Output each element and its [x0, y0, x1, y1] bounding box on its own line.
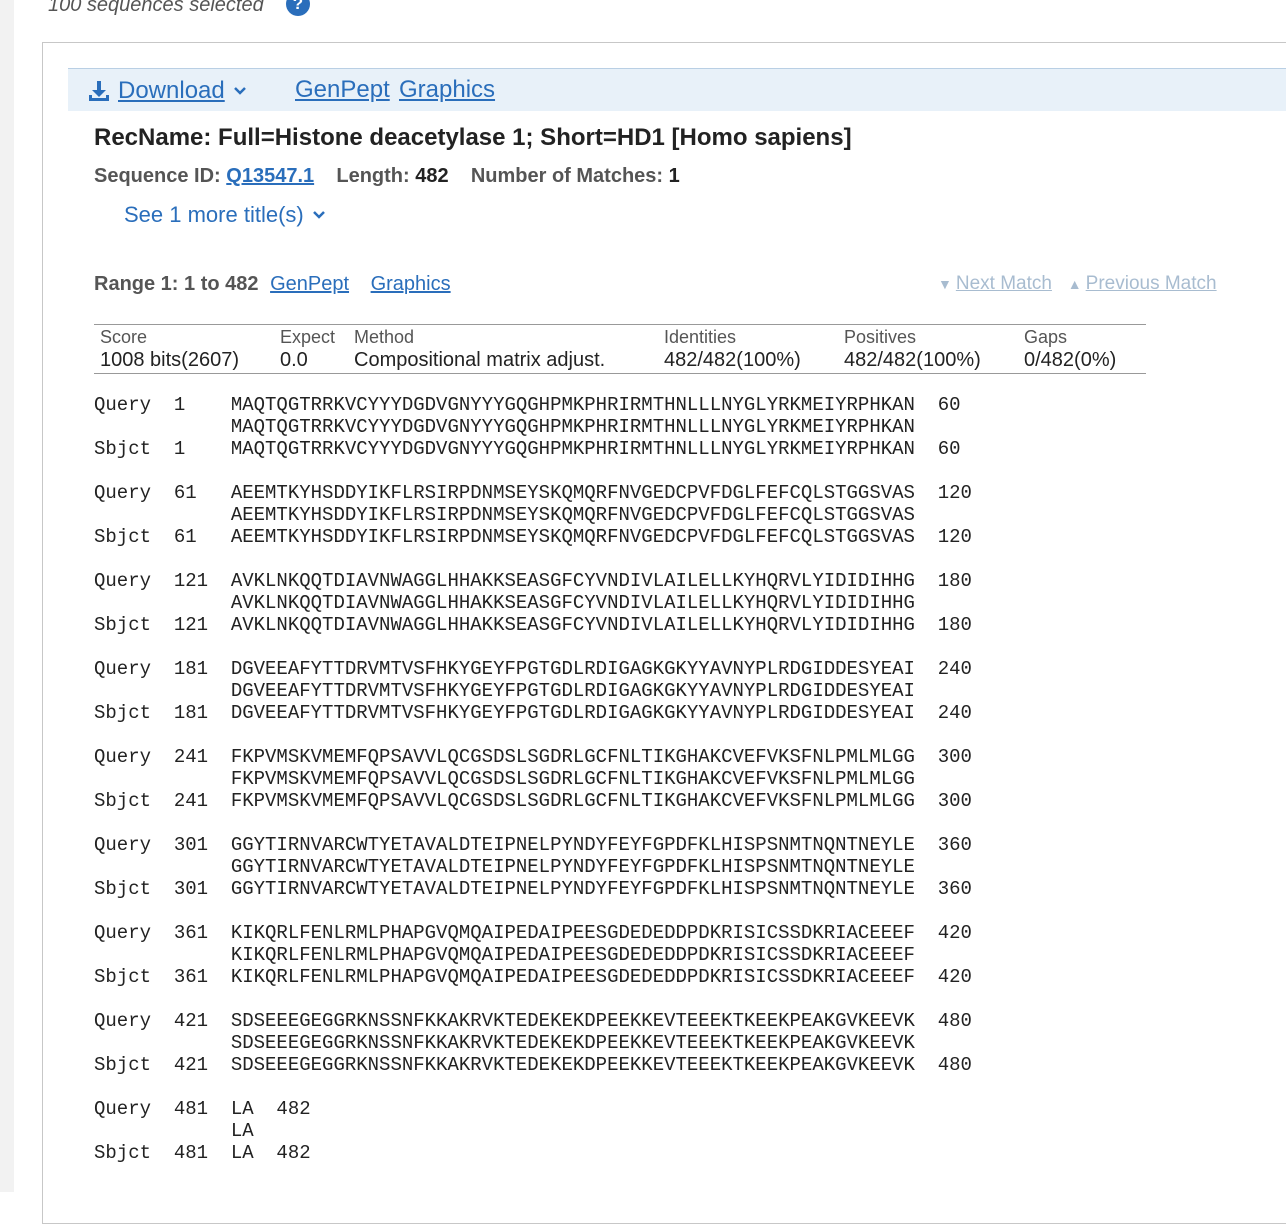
subject-line: Sbjct 301 GGYTIRNVARCWTYETAVALDTEIPNELPY… [94, 878, 972, 900]
stat-header-positives: Positives [844, 327, 917, 347]
triangle-up-icon: ▲ [1067, 276, 1082, 292]
match-line: FKPVMSKVMEMFQPSAVVLQCGSDSLSGDRLGCFNLTIKG… [94, 768, 915, 790]
stat-positives: 482/482(100%) [844, 349, 981, 371]
stat-gaps: 0/482(0%) [1024, 349, 1117, 371]
download-icon [89, 81, 109, 101]
stat-header-gaps: Gaps [1024, 327, 1068, 347]
sequence-info: Sequence ID: Q13547.1 Length: 482 Number… [94, 165, 680, 188]
seq-id-label: Sequence ID: [94, 165, 221, 187]
alignment-stats-table: Score Expect Method Identities Positives… [94, 324, 1146, 374]
match-line: MAQTQGTRRKVCYYYDGDVGNYYYGQGHPMKPHRIRMTHN… [94, 416, 915, 438]
query-line: Query 1 MAQTQGTRRKVCYYYDGDVGNYYYGQGHPMKP… [94, 394, 961, 416]
match-line: AEEMTKYHSDDYIKFLRSIRPDNMSEYSKQMQRFNVGEDC… [94, 504, 915, 526]
match-line: KIKQRLFENLRMLPHAPGVQMQAIPEDAIPEESGDEDEDD… [94, 944, 915, 966]
stat-header-score: Score [100, 327, 148, 347]
stat-header-identities: Identities [664, 327, 737, 347]
subject-line: Sbjct 181 DGVEEAFYTTDRVMTVSFHKYGEYFPGTGD… [94, 702, 972, 724]
record-title: RecName: Full=Histone deacetylase 1; Sho… [94, 124, 852, 151]
stat-identities: 482/482(100%) [664, 349, 801, 371]
length-value: 482 [415, 165, 449, 187]
subject-line: Sbjct 241 FKPVMSKVMEMFQPSAVVLQCGSDSLSGDR… [94, 790, 972, 812]
length-label: Length: [336, 165, 410, 187]
subject-line: Sbjct 361 KIKQRLFENLRMLPHAPGVQMQAIPEDAIP… [94, 966, 972, 988]
query-line: Query 301 GGYTIRNVARCWTYETAVALDTEIPNELPY… [94, 834, 972, 856]
match-line: GGYTIRNVARCWTYETAVALDTEIPNELPYNDYFEYFGPD… [94, 856, 915, 878]
match-line: AVKLNKQQTDIAVNWAGGLHHAKKSEASGFCYVNDIVLAI… [94, 592, 915, 614]
query-line: Query 241 FKPVMSKVMEMFQPSAVVLQCGSDSLSGDR… [94, 746, 972, 768]
see-more-label: See 1 more title(s) [124, 202, 304, 227]
seq-id-link[interactable]: Q13547.1 [226, 165, 314, 187]
match-navigation: ▼ Next Match ▲ Previous Match [938, 273, 1217, 295]
download-button[interactable]: Download [88, 77, 247, 105]
help-icon[interactable]: ? [286, 0, 310, 16]
chevron-down-icon [233, 87, 246, 95]
stat-header-expect: Expect [280, 327, 336, 347]
previous-match-link[interactable]: Previous Match [1086, 273, 1217, 294]
range-header: Range 1: 1 to 482 GenPept Graphics [94, 273, 451, 296]
alignment-toolbar: Download GenPept Graphics [68, 68, 1286, 111]
triangle-down-icon: ▼ [938, 276, 952, 292]
subject-line: Sbjct 421 SDSEEEGEGGRKNSSNFKKAKRVKTEDEKE… [94, 1054, 972, 1076]
stat-score: 1008 bits(2607) [100, 349, 239, 371]
range-genpept-link[interactable]: GenPept [270, 273, 349, 295]
selection-status: 100 sequences selected [48, 0, 264, 16]
matches-value: 1 [668, 165, 680, 187]
query-line: Query 121 AVKLNKQQTDIAVNWAGGLHHAKKSEASGF… [94, 570, 972, 592]
query-line: Query 481 LA 482 [94, 1098, 311, 1120]
left-gutter [0, 0, 14, 1192]
chevron-down-icon [312, 211, 325, 219]
range-graphics-link[interactable]: Graphics [371, 273, 451, 295]
subject-line: Sbjct 61 AEEMTKYHSDDYIKFLRSIRPDNMSEYSKQM… [94, 526, 972, 548]
sequence-alignment: Query 1 MAQTQGTRRKVCYYYDGDVGNYYYGQGHPMKP… [94, 394, 972, 1164]
stat-expect: 0.0 [280, 349, 308, 371]
query-line: Query 361 KIKQRLFENLRMLPHAPGVQMQAIPEDAIP… [94, 922, 972, 944]
match-line: DGVEEAFYTTDRVMTVSFHKYGEYFPGTGDLRDIGAGKGK… [94, 680, 915, 702]
download-label: Download [118, 77, 225, 104]
graphics-link[interactable]: Graphics [399, 76, 495, 104]
matches-label: Number of Matches: [470, 165, 664, 187]
subject-line: Sbjct 1 MAQTQGTRRKVCYYYDGDVGNYYYGQGHPMKP… [94, 438, 961, 460]
query-line: Query 421 SDSEEEGEGGRKNSSNFKKAKRVKTEDEKE… [94, 1010, 972, 1032]
match-line: LA [94, 1120, 254, 1142]
range-label: Range 1: 1 to 482 [94, 273, 259, 295]
next-match-link[interactable]: Next Match [956, 273, 1052, 294]
query-line: Query 61 AEEMTKYHSDDYIKFLRSIRPDNMSEYSKQM… [94, 482, 972, 504]
subject-line: Sbjct 121 AVKLNKQQTDIAVNWAGGLHHAKKSEASGF… [94, 614, 972, 636]
match-line: SDSEEEGEGGRKNSSNFKKAKRVKTEDEKEKDPEEKKEVT… [94, 1032, 915, 1054]
stat-method: Compositional matrix adjust. [354, 349, 606, 371]
see-more-titles-toggle[interactable]: See 1 more title(s) [124, 202, 326, 228]
query-line: Query 181 DGVEEAFYTTDRVMTVSFHKYGEYFPGTGD… [94, 658, 972, 680]
stat-header-method: Method [354, 327, 415, 347]
genpept-link[interactable]: GenPept [295, 76, 390, 104]
subject-line: Sbjct 481 LA 482 [94, 1142, 311, 1164]
